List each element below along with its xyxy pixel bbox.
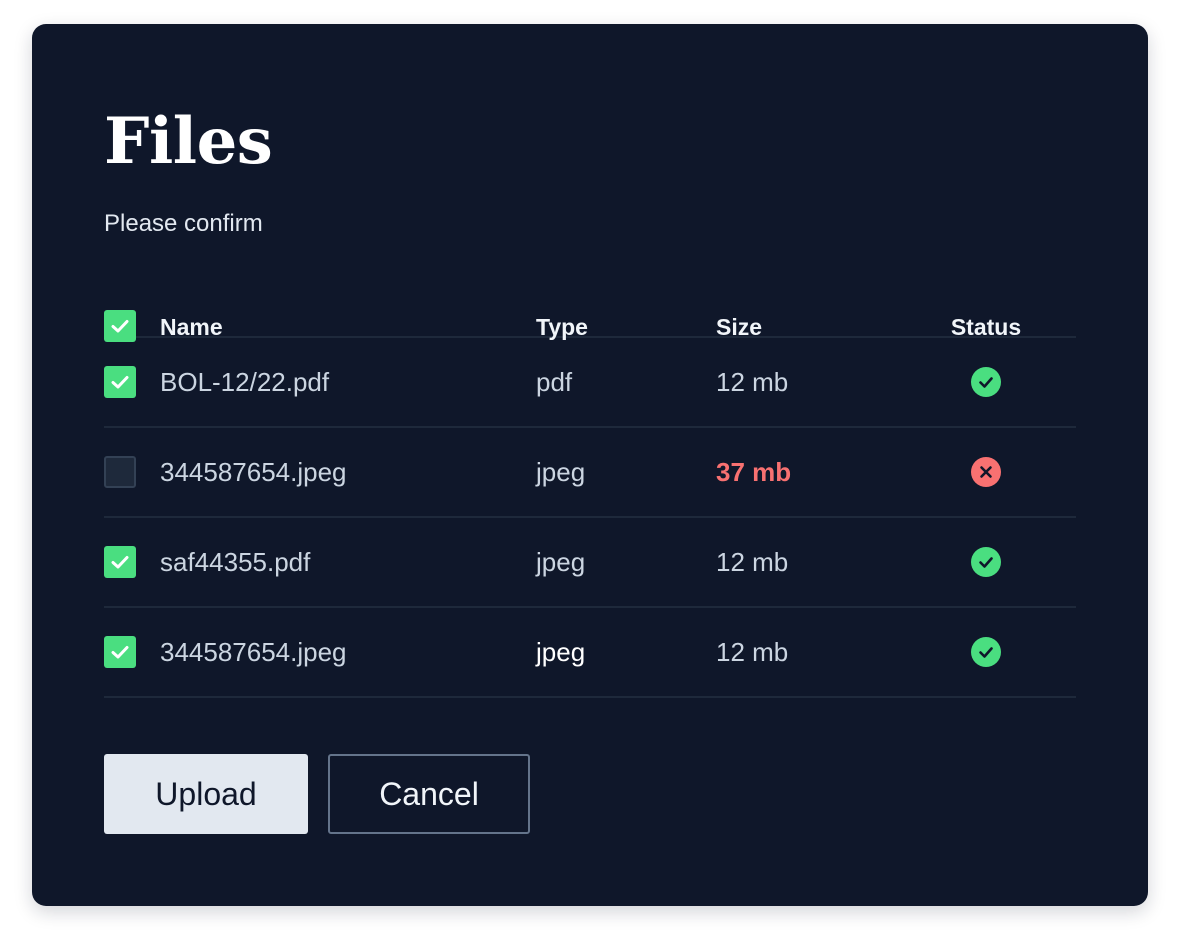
file-name: BOL-12/22.pdf	[160, 366, 330, 397]
row-checkbox[interactable]	[104, 546, 136, 578]
dialog-actions: Upload Cancel	[104, 754, 530, 834]
table-row: 344587654.jpeg jpeg 12 mb	[104, 608, 1076, 698]
file-size: 12 mb	[716, 546, 789, 577]
check-circle-icon	[971, 637, 1001, 667]
file-name: 344587654.jpeg	[160, 636, 347, 667]
check-circle-icon	[971, 547, 1001, 577]
file-size: 12 mb	[716, 636, 789, 667]
column-header-size: Size	[716, 314, 763, 340]
row-checkbox[interactable]	[104, 456, 136, 488]
table-row: saf44355.pdf jpeg 12 mb	[104, 518, 1076, 608]
file-upload-dialog: Files Please confirm Name Type Size Stat…	[32, 24, 1148, 906]
check-icon	[111, 320, 129, 333]
x-circle-icon	[971, 457, 1001, 487]
check-circle-icon	[971, 367, 1001, 397]
check-icon	[111, 376, 129, 389]
dialog-subtitle: Please confirm	[104, 210, 263, 237]
row-checkbox[interactable]	[104, 636, 136, 668]
check-icon	[111, 646, 129, 659]
table-row: BOL-12/22.pdf pdf 12 mb	[104, 338, 1076, 428]
upload-button[interactable]: Upload	[104, 754, 308, 834]
file-type: jpeg	[536, 636, 586, 667]
file-type: pdf	[536, 366, 573, 397]
table-row: 344587654.jpeg jpeg 37 mb	[104, 428, 1076, 518]
file-type: jpeg	[536, 456, 586, 487]
dialog-title: Files	[104, 104, 273, 179]
cancel-button[interactable]: Cancel	[328, 754, 530, 834]
table-header: Name Type Size Status	[104, 274, 1076, 342]
file-name: 344587654.jpeg	[160, 456, 347, 487]
check-icon	[111, 556, 129, 569]
column-header-status: Status	[950, 314, 1022, 340]
row-checkbox[interactable]	[104, 366, 136, 398]
file-size-error: 37 mb	[716, 456, 792, 487]
files-table: Name Type Size Status BOL-12/22.pdf pdf …	[104, 274, 1076, 698]
file-name: saf44355.pdf	[160, 546, 311, 577]
file-size: 12 mb	[716, 366, 789, 397]
column-header-type: Type	[536, 314, 588, 340]
file-type: jpeg	[536, 546, 586, 577]
column-header-name: Name	[160, 314, 223, 340]
